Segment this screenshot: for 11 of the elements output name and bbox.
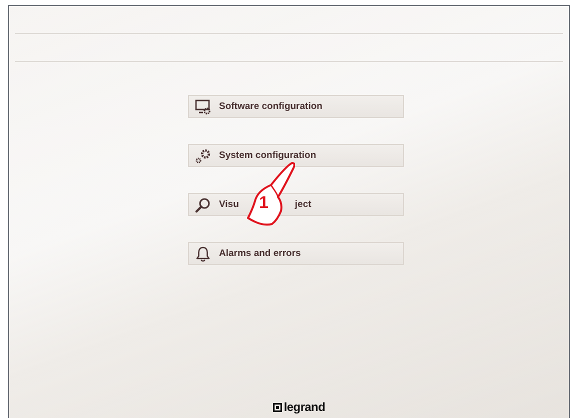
logo-square-icon xyxy=(272,402,282,412)
alarms-button[interactable]: Alarms and errors xyxy=(188,242,404,265)
bell-icon xyxy=(195,246,211,262)
software-configuration-button[interactable]: Software configuration xyxy=(188,95,404,118)
search-icon xyxy=(195,196,211,212)
system-configuration-button[interactable]: System configuration xyxy=(188,144,404,167)
logo-text: legrand xyxy=(284,400,326,414)
callout-number: 1 xyxy=(259,193,268,213)
gears-icon xyxy=(195,148,211,164)
pointing-hand-overlay xyxy=(245,161,295,227)
monitor-gear-icon xyxy=(195,98,211,114)
